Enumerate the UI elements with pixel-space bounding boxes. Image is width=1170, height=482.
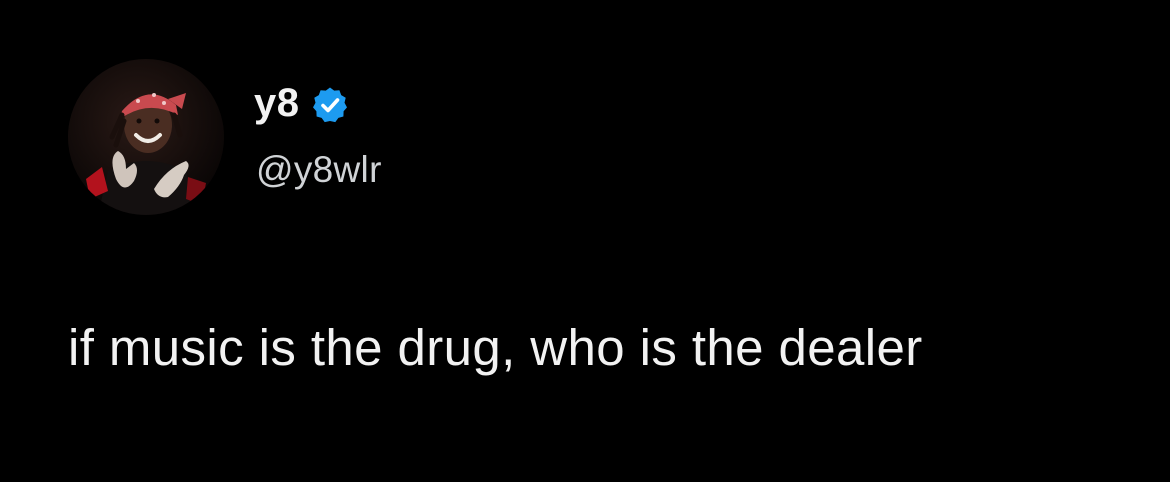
author-name-row: y8 (254, 78, 350, 128)
tweet-text: if music is the drug, who is the dealer (68, 319, 923, 376)
verified-check-icon (310, 85, 350, 125)
tweet-card: y8 @y8wlr if music is the drug, who is t… (0, 0, 1170, 482)
avatar[interactable] (68, 59, 224, 215)
avatar-photo (68, 59, 224, 215)
display-name[interactable]: y8 (254, 78, 300, 128)
user-handle[interactable]: @y8wlr (256, 148, 382, 192)
